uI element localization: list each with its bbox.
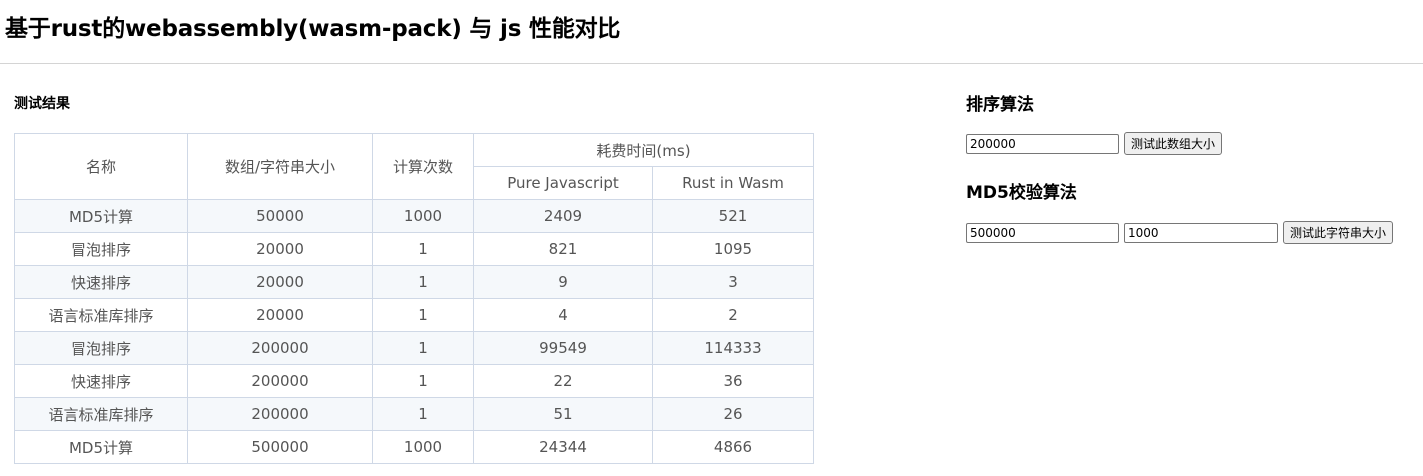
- cell-name: 语言标准库排序: [14, 397, 188, 431]
- cell-size: 20000: [187, 232, 373, 266]
- cell-js-time: 2409: [473, 199, 653, 233]
- table-row: 冒泡排序 200000 1 99549 114333: [14, 331, 814, 365]
- cell-size: 50000: [187, 199, 373, 233]
- cell-count: 1000: [372, 199, 474, 233]
- results-body: MD5计算 50000 1000 2409 521 冒泡排序 20000 1 821 1095 快速…: [14, 199, 814, 464]
- table-row: 快速排序 200000 1 22 36: [14, 364, 814, 398]
- md5-section-title: MD5校验算法: [966, 183, 1077, 203]
- cell-name: 冒泡排序: [14, 232, 188, 266]
- cell-size: 200000: [187, 397, 373, 431]
- cell-size: 500000: [187, 430, 373, 464]
- cell-name: 语言标准库排序: [14, 298, 188, 332]
- cell-count: 1: [372, 232, 474, 266]
- cell-size: 200000: [187, 331, 373, 365]
- results-section-title: 测试结果: [14, 96, 70, 112]
- cell-count: 1: [372, 331, 474, 365]
- table-row: 冒泡排序 20000 1 821 1095: [14, 232, 814, 266]
- cell-wasm-time: 114333: [652, 331, 814, 365]
- cell-js-time: 4: [473, 298, 653, 332]
- cell-count: 1: [372, 364, 474, 398]
- cell-size: 20000: [187, 265, 373, 299]
- cell-wasm-time: 521: [652, 199, 814, 233]
- cell-name: 快速排序: [14, 265, 188, 299]
- header-time: 耗费时间(ms): [473, 133, 814, 167]
- header-js: Pure Javascript: [473, 166, 653, 200]
- cell-wasm-time: 3: [652, 265, 814, 299]
- cell-wasm-time: 26: [652, 397, 814, 431]
- test-string-size-button[interactable]: 测试此字符串大小: [1283, 221, 1394, 244]
- sort-size-input[interactable]: [966, 134, 1119, 154]
- header-name: 名称: [14, 133, 188, 200]
- cell-js-time: 821: [473, 232, 653, 266]
- cell-size: 200000: [187, 364, 373, 398]
- header-wasm: Rust in Wasm: [652, 166, 814, 200]
- cell-js-time: 51: [473, 397, 653, 431]
- cell-count: 1: [372, 265, 474, 299]
- cell-wasm-time: 1095: [652, 232, 814, 266]
- table-row: 快速排序 20000 1 9 3: [14, 265, 814, 299]
- cell-count: 1000: [372, 430, 474, 464]
- header-divider: [0, 63, 1423, 64]
- cell-name: 冒泡排序: [14, 331, 188, 365]
- sort-section-title: 排序算法: [966, 95, 1034, 115]
- table-row: 语言标准库排序 20000 1 4 2: [14, 298, 814, 332]
- cell-wasm-time: 2: [652, 298, 814, 332]
- cell-js-time: 9: [473, 265, 653, 299]
- page-title: 基于rust的webassembly(wasm-pack) 与 js 性能对比: [5, 16, 621, 42]
- header-count: 计算次数: [372, 133, 474, 200]
- table-row: MD5计算 500000 1000 24344 4866: [14, 430, 814, 464]
- cell-js-time: 24344: [473, 430, 653, 464]
- cell-js-time: 99549: [473, 331, 653, 365]
- test-array-size-button[interactable]: 测试此数组大小: [1124, 132, 1223, 155]
- cell-size: 20000: [187, 298, 373, 332]
- md5-count-input[interactable]: [1124, 223, 1278, 243]
- cell-wasm-time: 4866: [652, 430, 814, 464]
- cell-name: MD5计算: [14, 430, 188, 464]
- header-size: 数组/字符串大小: [187, 133, 373, 200]
- cell-count: 1: [372, 397, 474, 431]
- table-row: MD5计算 50000 1000 2409 521: [14, 199, 814, 233]
- cell-wasm-time: 36: [652, 364, 814, 398]
- results-table: 名称 数组/字符串大小 计算次数 耗费时间(ms) Pure Javascrip…: [14, 133, 814, 464]
- cell-count: 1: [372, 298, 474, 332]
- cell-name: MD5计算: [14, 199, 188, 233]
- table-row: 语言标准库排序 200000 1 51 26: [14, 397, 814, 431]
- md5-size-input[interactable]: [966, 223, 1119, 243]
- cell-name: 快速排序: [14, 364, 188, 398]
- cell-js-time: 22: [473, 364, 653, 398]
